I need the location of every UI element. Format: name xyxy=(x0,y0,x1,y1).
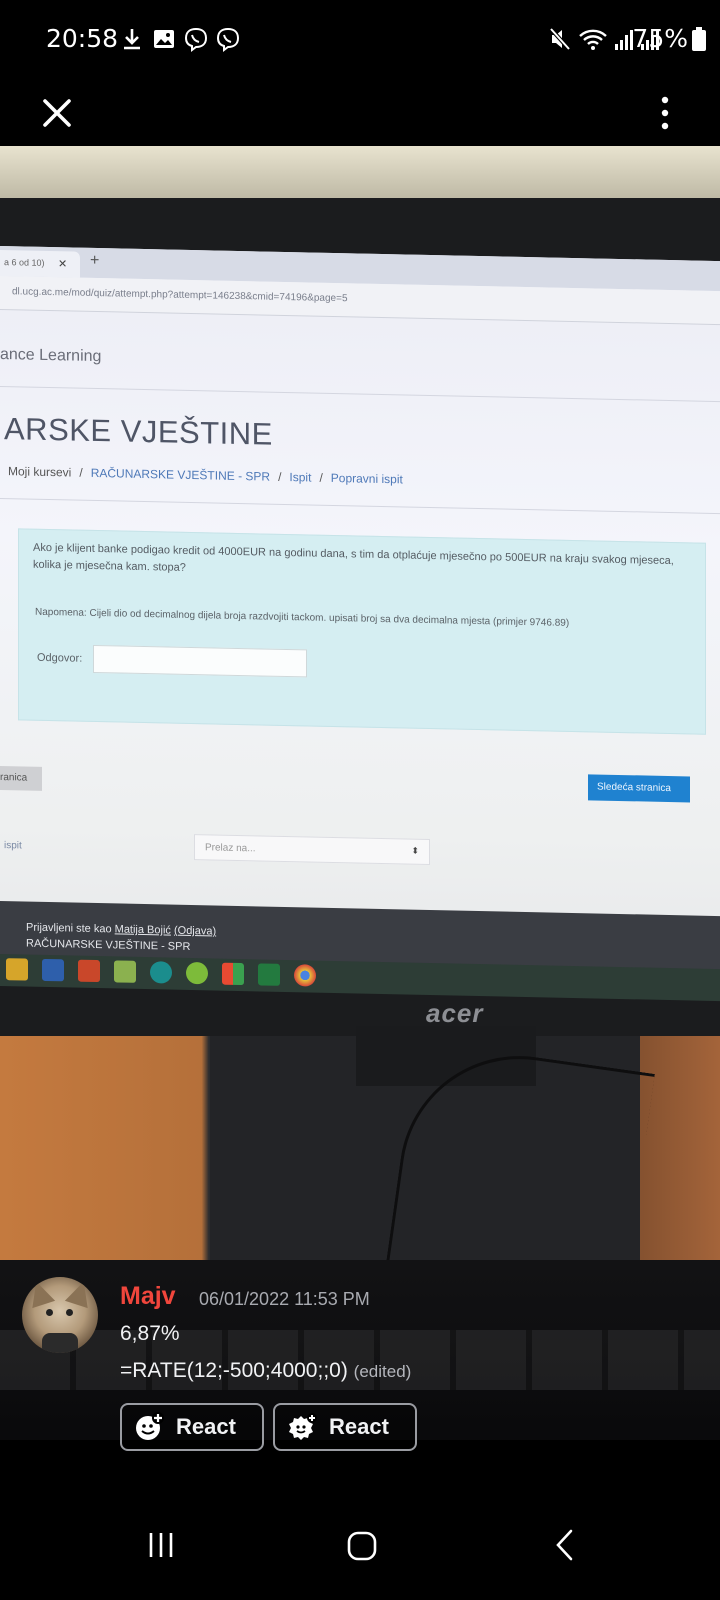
new-tab-icon: + xyxy=(90,251,100,270)
avatar-eye xyxy=(46,1309,53,1316)
avatar-body xyxy=(42,1333,78,1353)
status-time: 20:58 xyxy=(46,24,119,53)
divider xyxy=(0,386,720,403)
jump-to-value: Prelaz na... xyxy=(205,842,256,855)
message-timestamp: 06/01/2022 11:53 PM xyxy=(199,1289,370,1309)
status-notification-icons xyxy=(120,26,240,52)
windows-store-icon xyxy=(222,962,244,986)
avatar-eye xyxy=(66,1309,73,1316)
close-icon[interactable] xyxy=(36,92,78,134)
excel-icon xyxy=(258,963,280,986)
more-vert-icon[interactable] xyxy=(650,92,680,134)
breadcrumb-separator: / xyxy=(79,465,83,480)
signal-icon xyxy=(615,30,633,50)
tab-close-icon: ✕ xyxy=(58,258,68,271)
attached-photo[interactable]: a 6 od 10) ✕ + dl.ucg.ac.me/mod/quiz/att… xyxy=(0,146,720,1260)
browser-url: dl.ucg.ac.me/mod/quiz/attempt.php?attemp… xyxy=(12,286,348,305)
footer-login-prefix: Prijavljeni ste kao xyxy=(26,921,115,936)
footer-user: Matija Bojić xyxy=(114,923,171,937)
battery-icon xyxy=(692,26,706,51)
battery-indicator: 75% xyxy=(632,24,706,53)
wifi-icon xyxy=(579,29,607,50)
image-icon xyxy=(154,30,174,48)
recent-apps-icon[interactable] xyxy=(146,1530,176,1560)
quiz-question-box: Ako je klijent banke podigao kredit od 4… xyxy=(18,528,706,735)
select-caret-icon: ⬍ xyxy=(411,845,419,856)
quiz-link: ispit xyxy=(4,840,22,852)
viber-icon xyxy=(184,27,208,52)
react-label: React xyxy=(176,1414,236,1439)
react-label: React xyxy=(329,1414,389,1439)
android-icon xyxy=(186,961,208,985)
viewer-top-bar xyxy=(0,80,720,146)
divider xyxy=(0,498,720,515)
breadcrumb-separator: / xyxy=(319,470,323,485)
jump-to-select: Prelaz na... ⬍ xyxy=(194,834,430,866)
question-text: Ako je klijent banke podigao kredit od 4… xyxy=(33,541,674,574)
answer-label: Odgovor: xyxy=(37,651,83,665)
message-author[interactable]: Majv xyxy=(120,1282,176,1311)
answer-input xyxy=(93,644,307,678)
status-bar: 20:58 75% xyxy=(0,0,720,80)
question-note: Napomena: Cijeli dio od decimalnog dijel… xyxy=(35,606,570,629)
breadcrumb-separator: / xyxy=(278,469,282,484)
back-icon[interactable] xyxy=(553,1528,575,1562)
system-nav-bar xyxy=(0,1490,720,1600)
powerpoint-icon xyxy=(78,959,100,983)
photo-ceiling xyxy=(0,146,720,206)
message-line: =RATE(12;-500;4000;;0) xyxy=(120,1359,348,1382)
arduino-icon xyxy=(150,961,172,984)
breadcrumb-item: Popravni ispit xyxy=(330,470,403,487)
download-icon xyxy=(124,29,140,50)
footer-course: RAČUNARSKE VJEŠTINE - SPR xyxy=(26,937,191,953)
breadcrumb-item: RAČUNARSKE VJEŠTINE - SPR xyxy=(90,465,271,484)
app-icon xyxy=(6,958,28,981)
home-icon[interactable] xyxy=(346,1530,378,1562)
breadcrumb: Moji kursevi / RAČUNARSKE VJEŠTINE - SPR /… xyxy=(8,464,403,486)
site-title: ance Learning xyxy=(0,346,102,366)
viber-icon xyxy=(216,27,240,52)
next-page-button: Sledeća stranica xyxy=(588,774,690,803)
word-icon xyxy=(42,958,64,982)
previous-page-button: ranica xyxy=(0,766,42,791)
message-line: 6,87% xyxy=(120,1322,180,1345)
breadcrumb-item: Ispit xyxy=(289,470,312,485)
edited-label: (edited) xyxy=(353,1362,412,1381)
notepad-icon xyxy=(114,960,136,983)
add-reaction-icon xyxy=(136,1412,164,1440)
message-formula: =RATE(12;-500;4000;;0) (edited) xyxy=(120,1359,411,1383)
react-button[interactable]: React xyxy=(120,1403,264,1451)
battery-percent: 75% xyxy=(632,24,688,53)
browser-tab-label: a 6 od 10) xyxy=(4,257,45,268)
react-sticker-button[interactable]: React xyxy=(273,1403,417,1451)
monitor-brand-logo: acer xyxy=(426,998,484,1028)
monitor-screen: a 6 od 10) ✕ + dl.ucg.ac.me/mod/quiz/att… xyxy=(0,246,720,982)
footer-login: Prijavljeni ste kao Matija Bojić (Odjava… xyxy=(26,922,216,938)
footer-logout: (Odjava) xyxy=(173,924,217,938)
course-title: ARSKE VJEŠTINE xyxy=(4,411,273,452)
chrome-icon xyxy=(294,964,316,987)
browser-tab: a 6 od 10) ✕ xyxy=(0,250,80,278)
mute-icon xyxy=(549,27,571,51)
breadcrumb-item: Moji kursevi xyxy=(8,464,72,480)
avatar[interactable] xyxy=(22,1277,98,1353)
add-sticker-icon xyxy=(289,1413,317,1440)
